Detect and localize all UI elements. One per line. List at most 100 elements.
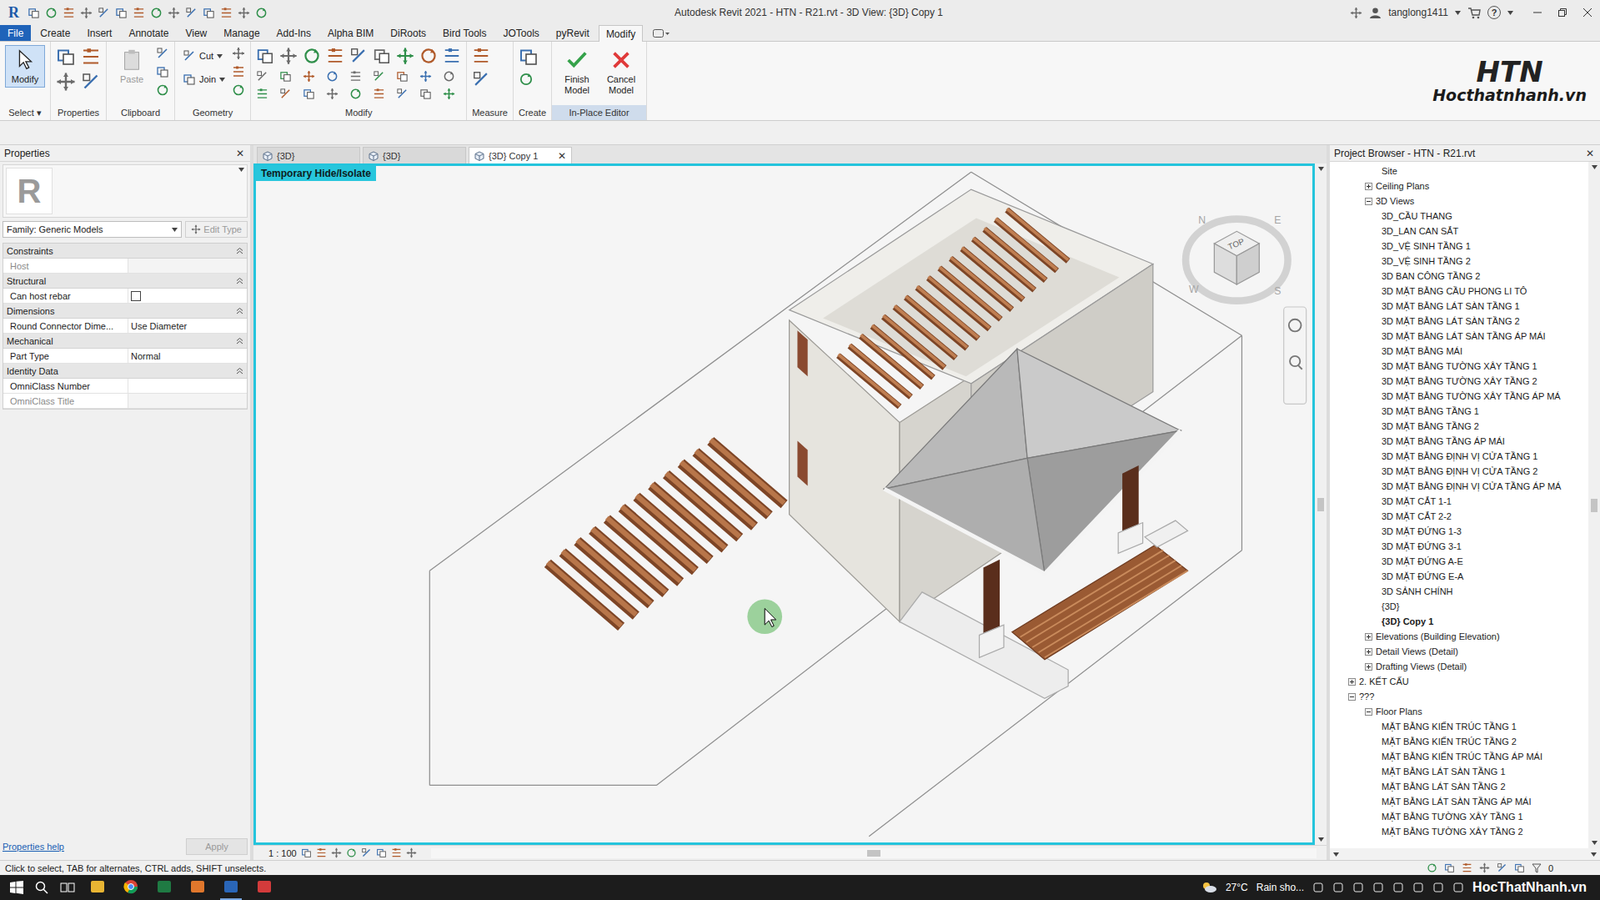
- tree-item[interactable]: {3D} Copy 1: [1329, 613, 1589, 629]
- property-value[interactable]: [128, 288, 247, 303]
- modify-tool-icon[interactable]: [279, 46, 298, 66]
- geometry-tool-icon[interactable]: [231, 65, 246, 79]
- quick-access-icon[interactable]: [115, 6, 128, 20]
- tree-item[interactable]: 3D MẶT ĐỨNG E-A: [1329, 568, 1589, 584]
- quick-access-icon[interactable]: [220, 6, 233, 20]
- modify-tool-icon[interactable]: [442, 70, 456, 83]
- modify-tool-icon[interactable]: [349, 87, 362, 101]
- view-control-icon[interactable]: [361, 847, 372, 858]
- ribbon-tab[interactable]: Manage: [215, 25, 267, 41]
- ribbon-tab[interactable]: Bird Tools: [435, 25, 494, 41]
- modify-tool-icon[interactable]: [442, 87, 456, 101]
- tray-icon[interactable]: [1392, 881, 1405, 893]
- navigation-bar[interactable]: [1284, 306, 1307, 404]
- binoculars-icon[interactable]: [1349, 6, 1363, 20]
- scroll-thumb[interactable]: [1590, 498, 1598, 512]
- quick-access-icon[interactable]: [167, 6, 181, 20]
- modify-tool-icon[interactable]: [255, 70, 269, 83]
- tree-item[interactable]: 3D MẶT BẰNG ĐỊNH VỊ CỬA TẦNG 1: [1329, 448, 1589, 464]
- properties-tool-icon[interactable]: [55, 71, 76, 92]
- modify-tool-icon[interactable]: [419, 46, 438, 66]
- tree-item[interactable]: Detail Views (Detail): [1329, 643, 1589, 659]
- group-header[interactable]: Structural: [3, 273, 247, 289]
- expand-toggle-icon[interactable]: [1364, 632, 1373, 641]
- group-header[interactable]: Identity Data: [3, 363, 247, 379]
- edit-type-icon[interactable]: [190, 224, 201, 235]
- dropdown-icon[interactable]: [1454, 10, 1461, 16]
- weather-text[interactable]: Rain sho...: [1256, 881, 1305, 893]
- quick-access-icon[interactable]: [97, 6, 111, 20]
- modify-tool-icon[interactable]: [442, 46, 462, 66]
- modify-tool-icon[interactable]: [279, 87, 292, 101]
- create-similar-icon[interactable]: [518, 71, 534, 87]
- group-header[interactable]: Mechanical: [3, 333, 247, 349]
- tree-item[interactable]: 3D MẶT ĐỨNG 1-3: [1329, 523, 1589, 539]
- close-button[interactable]: ✕: [234, 147, 246, 160]
- view-control-icon[interactable]: [315, 847, 327, 858]
- quick-access-icon[interactable]: [62, 6, 76, 20]
- tab-close[interactable]: ✕: [557, 150, 567, 162]
- view-canvas[interactable]: TOPNESWTemporary Hide/Isolate: [253, 163, 1315, 845]
- group-header[interactable]: Dimensions: [3, 303, 247, 319]
- tray-icon[interactable]: [1452, 881, 1465, 893]
- selection-option-icon[interactable]: [1514, 862, 1525, 873]
- tree-item[interactable]: 2. KẾT CẤU: [1329, 673, 1589, 689]
- view-control-icon[interactable]: [346, 847, 357, 858]
- panel-title[interactable]: In-Place Editor: [551, 105, 647, 121]
- panel-toggle-icon[interactable]: [652, 29, 670, 38]
- modify-tool-icon[interactable]: [372, 46, 392, 66]
- modify-tool-icon[interactable]: [255, 46, 275, 66]
- tree-item[interactable]: Site: [1329, 163, 1589, 179]
- scroll-down-icon[interactable]: [1318, 837, 1325, 842]
- type-dropdown-icon[interactable]: [238, 167, 245, 172]
- tree-item[interactable]: MẶT BẰNG LÁT SÀN TẦNG 2: [1329, 778, 1589, 794]
- modify-tool-icon[interactable]: [396, 87, 409, 101]
- modify-tool-icon[interactable]: [326, 46, 345, 66]
- ribbon-tab[interactable]: Insert: [79, 25, 120, 41]
- modify-tool-icon[interactable]: [372, 70, 386, 83]
- ribbon-tab[interactable]: Annotate: [120, 25, 176, 41]
- scroll-right-icon[interactable]: [1590, 852, 1597, 857]
- scroll-down-icon[interactable]: [1591, 840, 1598, 845]
- property-value[interactable]: [128, 378, 247, 393]
- tree-item[interactable]: 3D MẶT BẰNG LÁT SÀN TẦNG 1: [1329, 298, 1589, 314]
- view-control-icon[interactable]: [300, 847, 312, 858]
- search-icon[interactable]: [35, 880, 49, 894]
- tree-item[interactable]: 3D MẶT BẰNG TƯỜNG XÂY TẦNG ÁP MÁ: [1329, 388, 1589, 404]
- measure-icon[interactable]: [471, 46, 491, 66]
- tree-item[interactable]: 3D MẶT BẰNG TƯỜNG XÂY TẦNG 1: [1329, 358, 1589, 374]
- view-cube[interactable]: TOPNESW: [1185, 214, 1289, 301]
- view-tab[interactable]: {3D} Copy 1✕: [468, 146, 572, 164]
- clipboard-tool-icon[interactable]: [155, 83, 170, 97]
- tree-item[interactable]: 3D MẶT BẰNG TẦNG ÁP MÁI: [1329, 433, 1589, 449]
- help-button[interactable]: ?: [1487, 5, 1501, 20]
- tree-item[interactable]: MẶT BẰNG TƯỜNG XÂY TẦNG 1: [1329, 808, 1589, 824]
- modify-tool-icon[interactable]: [279, 70, 292, 83]
- tree-item[interactable]: MẶT BẰNG LÁT SÀN TẦNG ÁP MÁI: [1329, 793, 1589, 809]
- dropdown-icon[interactable]: [219, 77, 226, 82]
- view-control-icon[interactable]: [376, 847, 387, 858]
- temperature[interactable]: 27°C: [1225, 881, 1249, 893]
- weather-icon[interactable]: [1200, 880, 1218, 894]
- tree-item[interactable]: Ceiling Plans: [1329, 178, 1589, 194]
- selection-option-icon[interactable]: [1461, 862, 1473, 873]
- view-tab[interactable]: {3D}: [362, 146, 467, 164]
- restore-icon[interactable]: [1558, 8, 1567, 17]
- finish-button[interactable]: Finish Model: [556, 45, 597, 98]
- tree-item[interactable]: Elevations (Building Elevation): [1329, 628, 1589, 644]
- taskbar-app[interactable]: [186, 874, 209, 900]
- quick-access-icon[interactable]: [150, 6, 163, 20]
- tree-item[interactable]: MẶT BẰNG KIẾN TRÚC TẦNG ÁP MÁI: [1329, 748, 1589, 764]
- quick-access-icon[interactable]: [27, 6, 41, 20]
- collapse-icon[interactable]: [235, 246, 244, 255]
- modify-tool-icon[interactable]: [419, 70, 432, 83]
- properties-tool-icon[interactable]: [55, 46, 76, 67]
- ribbon-tab[interactable]: Add-Ins: [269, 25, 319, 41]
- selection-option-icon[interactable]: [1426, 862, 1438, 873]
- tree-item[interactable]: MẶT BẰNG TƯỜNG XÂY TẦNG 2: [1329, 823, 1589, 839]
- modify-tool-icon[interactable]: [302, 46, 322, 66]
- scroll-thumb[interactable]: [867, 849, 881, 857]
- join-icon[interactable]: [182, 72, 196, 86]
- property-value[interactable]: Use Diameter: [128, 318, 247, 333]
- view-control-icon[interactable]: [406, 847, 417, 858]
